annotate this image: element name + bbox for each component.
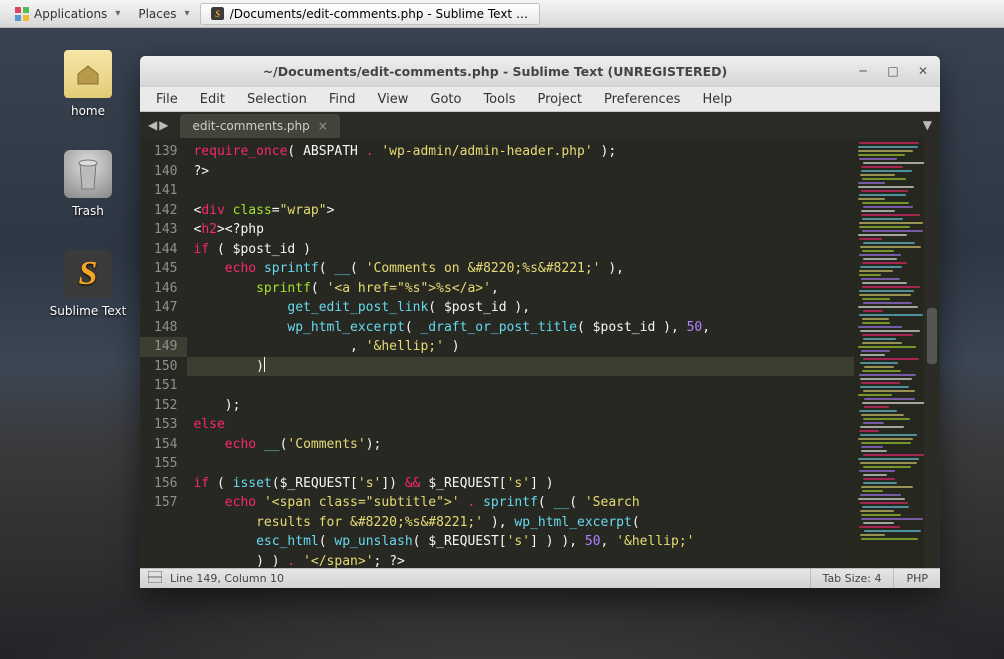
trash-icon [64,150,112,198]
desktop-icon-trash[interactable]: Trash [40,150,136,218]
window-titlebar[interactable]: ~/Documents/edit-comments.php - Sublime … [140,56,940,86]
taskbar-window-entry[interactable]: S /Documents/edit-comments.php - Sublime… [200,3,540,25]
tab-bar: ◀ ▶ edit-comments.php × ▼ [140,112,940,138]
status-bar: Line 149, Column 10 Tab Size: 4 PHP [140,568,940,588]
sublime-icon: S [64,250,112,298]
menu-help[interactable]: Help [692,89,742,110]
taskbar-window-title: /Documents/edit-comments.php - Sublime T… [230,7,529,21]
close-button[interactable]: ✕ [914,62,932,80]
menu-edit[interactable]: Edit [190,89,235,110]
minimap[interactable] [854,138,924,568]
desktop-icon-sublime[interactable]: S Sublime Text [40,250,136,318]
syntax-language[interactable]: PHP [893,569,940,588]
menu-bar: FileEditSelectionFindViewGotoToolsProjec… [140,86,940,112]
code-area[interactable]: require_once( ABSPATH . 'wp-admin/admin-… [187,138,854,568]
places-menu[interactable]: Places [130,5,197,23]
menu-selection[interactable]: Selection [237,89,317,110]
applications-menu[interactable]: Applications [6,4,128,24]
vertical-scrollbar[interactable] [924,138,940,568]
menu-goto[interactable]: Goto [420,89,471,110]
applications-label: Applications [34,7,107,21]
editor-area: 1391401411421431441451461471481491501511… [140,138,940,568]
tab-next-icon[interactable]: ▶ [159,118,168,132]
apps-icon [14,6,30,22]
cursor-position[interactable]: Line 149, Column 10 [170,572,284,585]
scroll-thumb[interactable] [927,308,937,364]
tab-label: edit-comments.php [192,119,309,133]
tab-prev-icon[interactable]: ◀ [148,118,157,132]
tab-close-icon[interactable]: × [318,119,328,133]
desktop-icon-home[interactable]: home [40,50,136,118]
menu-find[interactable]: Find [319,89,366,110]
places-label: Places [138,7,176,21]
minimize-button[interactable]: ─ [854,62,872,80]
home-folder-icon [64,50,112,98]
panel-switch-icon[interactable] [148,571,162,586]
menu-file[interactable]: File [146,89,188,110]
sublime-window: ~/Documents/edit-comments.php - Sublime … [140,56,940,588]
menu-preferences[interactable]: Preferences [594,89,690,110]
sublime-label: Sublime Text [40,304,136,318]
tab-size[interactable]: Tab Size: 4 [810,569,894,588]
tab-overflow-icon[interactable]: ▼ [923,118,932,132]
menu-project[interactable]: Project [527,89,591,110]
line-gutter: 1391401411421431441451461471481491501511… [140,138,187,568]
svg-text:S: S [215,9,220,19]
home-label: home [40,104,136,118]
maximize-button[interactable]: □ [884,62,902,80]
trash-label: Trash [40,204,136,218]
window-title: ~/Documents/edit-comments.php - Sublime … [148,64,842,79]
tab-nav-arrows: ◀ ▶ [140,118,176,132]
menu-tools[interactable]: Tools [473,89,525,110]
menu-view[interactable]: View [368,89,419,110]
sublime-task-icon: S [211,6,224,22]
file-tab[interactable]: edit-comments.php × [180,114,339,138]
system-taskbar: Applications Places S /Documents/edit-co… [0,0,1004,28]
